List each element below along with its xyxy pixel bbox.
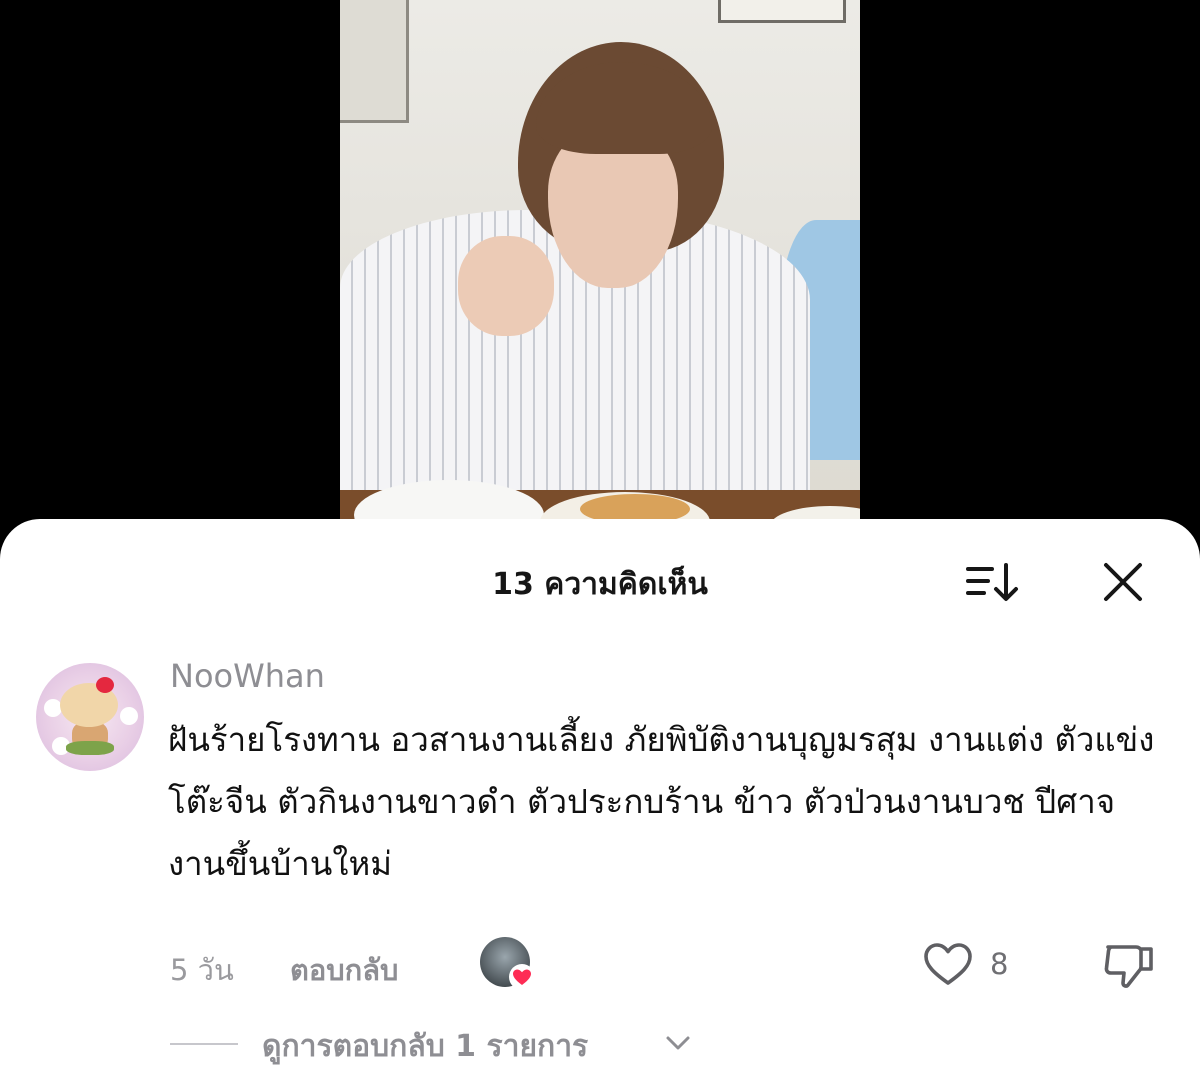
- heart-outline-icon: [924, 943, 972, 985]
- screen: 13 ความคิดเห็น NooWhan ฝันร้ายโรงทาน อวส…: [0, 0, 1200, 1084]
- thumbs-down-icon: [1104, 945, 1153, 988]
- avatar-bow: [96, 677, 114, 693]
- sort-button[interactable]: [960, 557, 1024, 607]
- video-player[interactable]: [340, 0, 860, 540]
- like-count: 8: [990, 947, 1009, 981]
- wall-picture-frame: [340, 0, 409, 123]
- heart-badge-icon: [509, 964, 535, 990]
- sort-descending-icon: [966, 563, 1018, 601]
- replies-divider: [170, 1043, 238, 1045]
- comment-text: ฝันร้ายโรงทาน อวสานงานเลี้ยง ภัยพิบัติงา…: [168, 720, 1155, 883]
- comments-sheet: 13 ความคิดเห็น NooWhan ฝันร้ายโรงทาน อวส…: [0, 519, 1200, 1084]
- person-hand: [458, 236, 554, 336]
- view-replies-button[interactable]: ดูการตอบกลับ 1 รายการ: [262, 1023, 588, 1070]
- close-icon: [1104, 563, 1142, 601]
- comment-timestamp: 5 วัน: [170, 953, 234, 987]
- chevron-down-icon: [666, 1036, 690, 1050]
- like-button[interactable]: [922, 941, 974, 987]
- comment-item: NooWhan ฝันร้ายโรงทาน อวสานงานเลี้ยง ภัย…: [0, 657, 1200, 990]
- view-replies-row[interactable]: ดูการตอบกลับ 1 รายการ: [0, 1019, 1200, 1069]
- dislike-button[interactable]: [1102, 941, 1156, 991]
- wall-picture-frame: [718, 0, 846, 23]
- avatar-figure: [66, 741, 114, 755]
- comment-meta-row: 5 วัน ตอบกลับ 8: [0, 937, 1200, 997]
- comment-username[interactable]: NooWhan: [170, 657, 325, 695]
- flower-decoration: [120, 707, 138, 725]
- reply-button[interactable]: ตอบกลับ: [290, 947, 398, 993]
- close-button[interactable]: [1098, 557, 1148, 607]
- avatar[interactable]: [36, 663, 144, 771]
